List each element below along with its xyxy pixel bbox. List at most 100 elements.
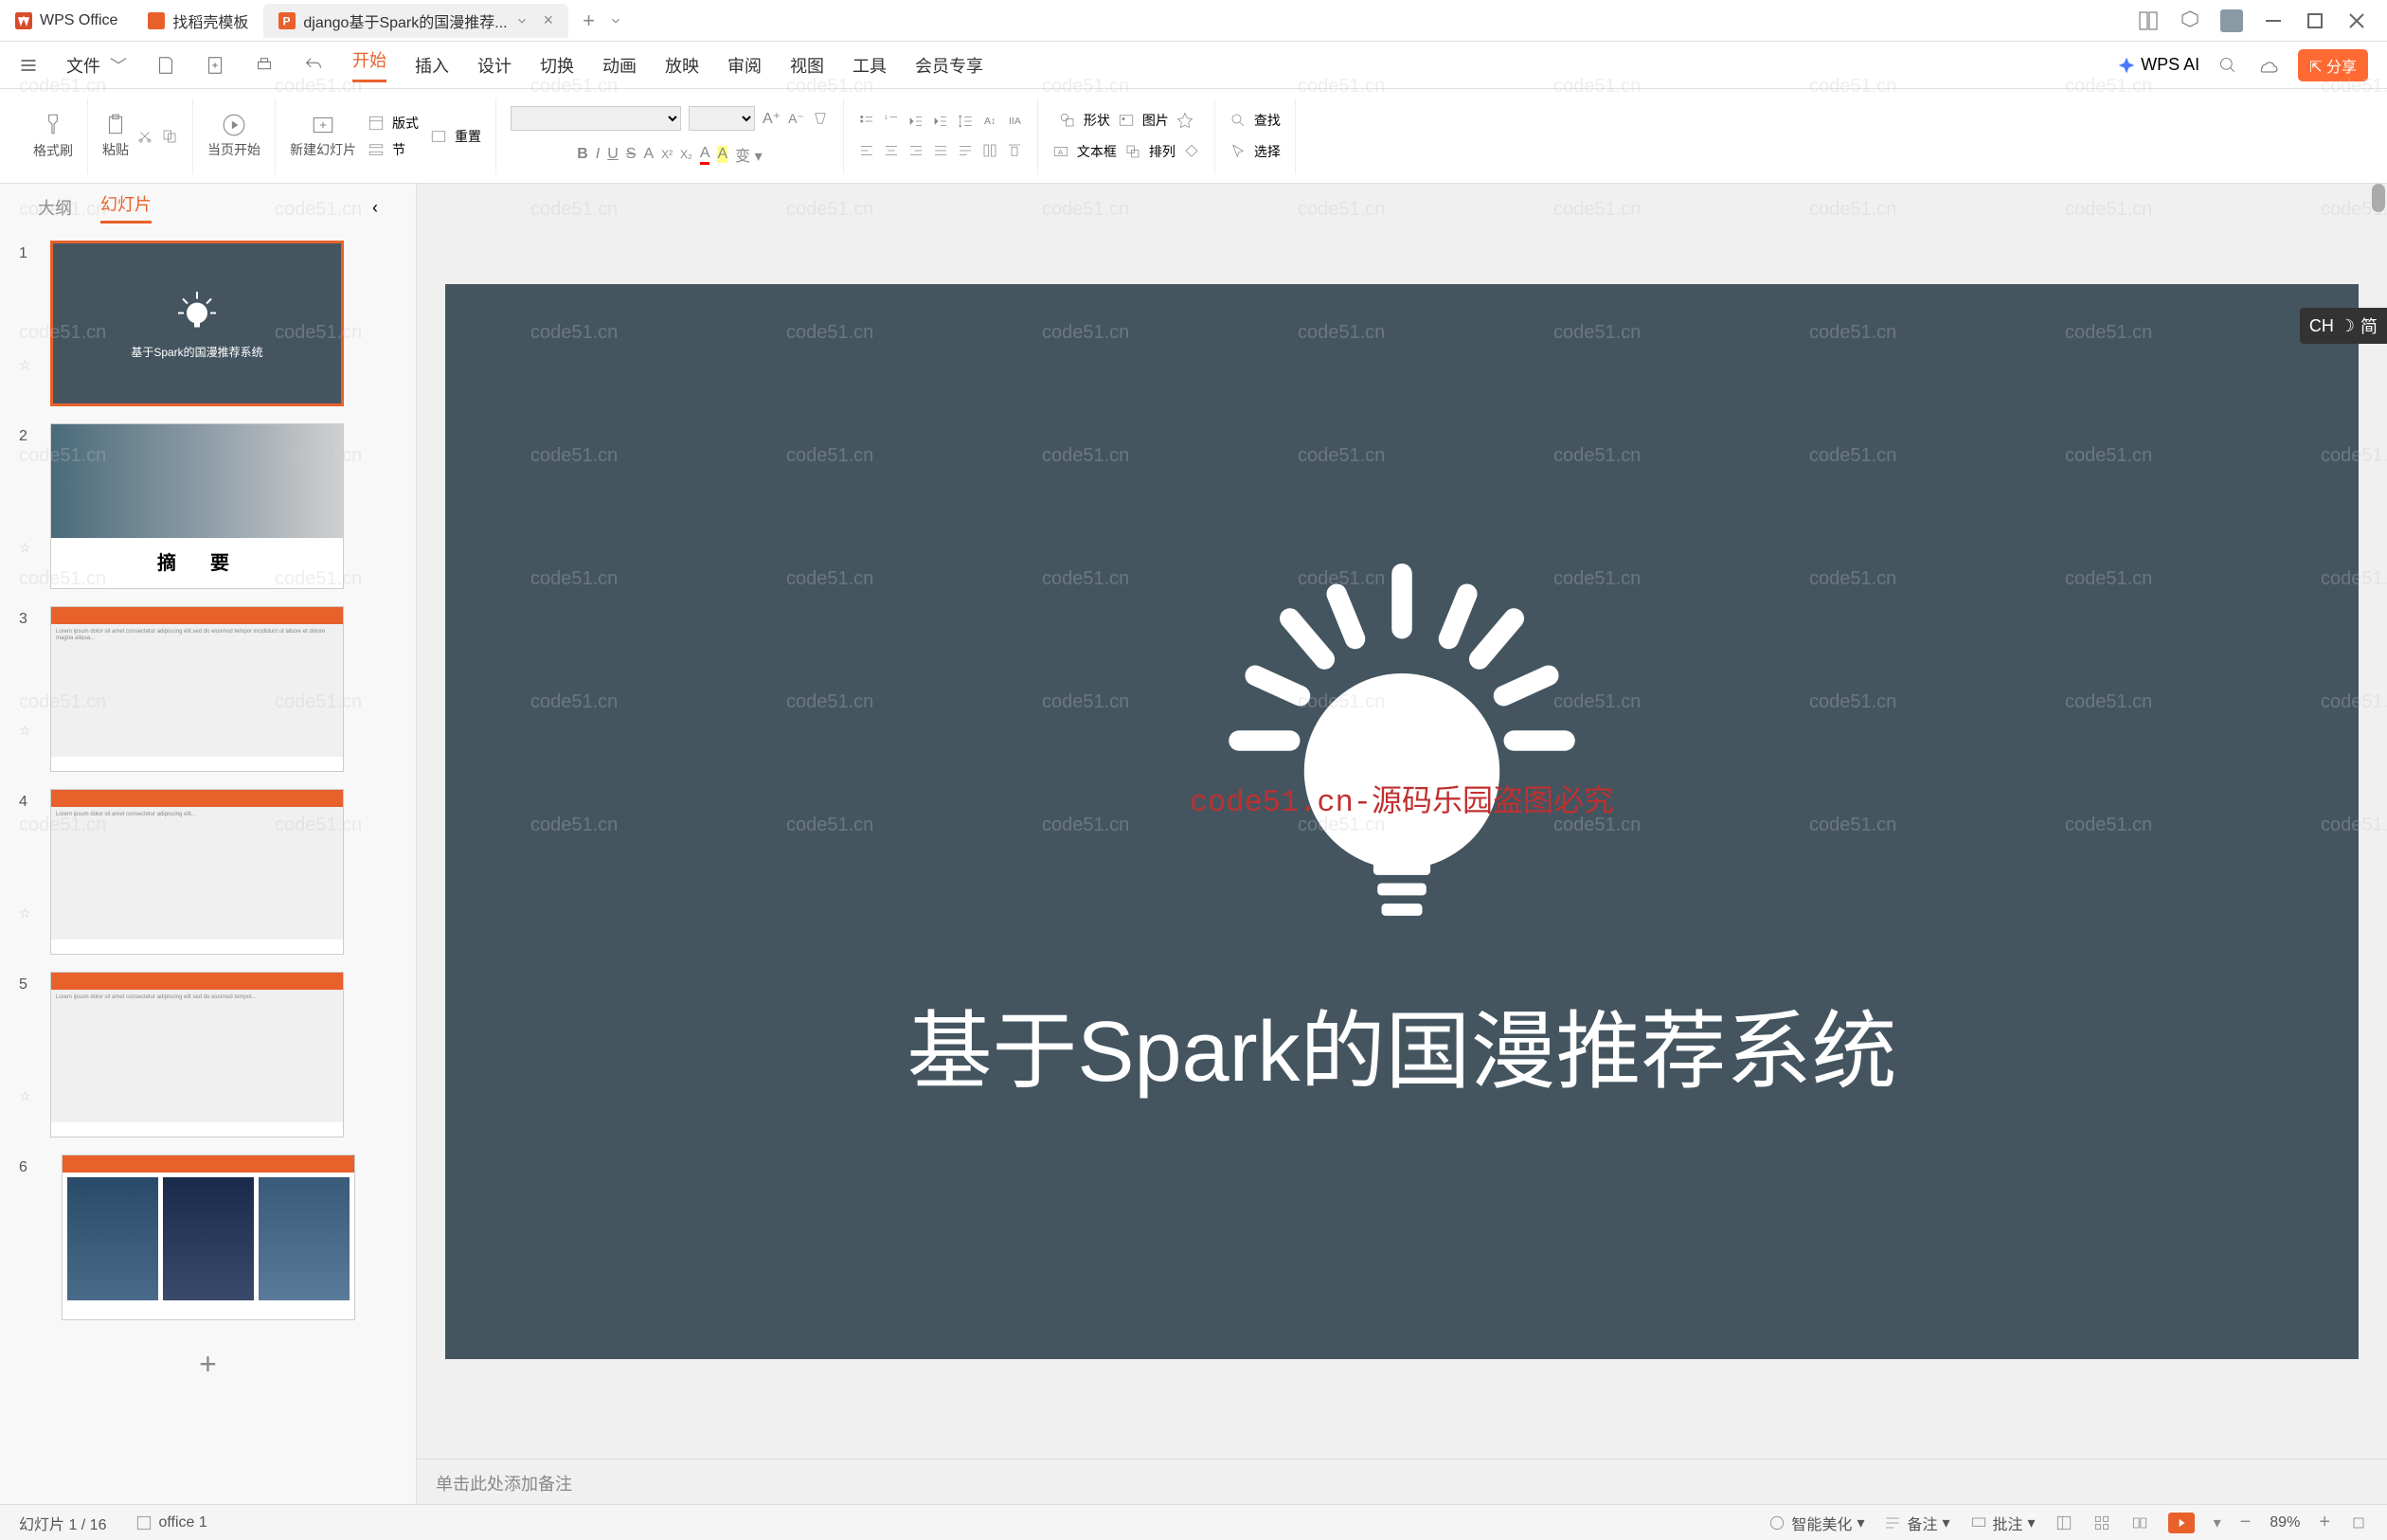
fit-view-icon[interactable]	[2349, 1513, 2368, 1532]
font-color-icon[interactable]: A	[700, 145, 710, 165]
slideshow-button[interactable]	[2168, 1513, 2195, 1533]
office-status: office 1	[135, 1513, 206, 1532]
format-brush-icon[interactable]	[41, 112, 65, 136]
cloud-icon[interactable]	[2256, 54, 2279, 77]
close-tab-icon[interactable]: ×	[544, 10, 554, 30]
shape-button[interactable]: 形状	[1084, 111, 1110, 130]
document-tab[interactable]: P django基于Spark的国漫推荐... ×	[263, 4, 568, 38]
save-icon[interactable]	[155, 55, 176, 76]
menu-design[interactable]: 设计	[477, 53, 512, 78]
text-shadow-icon[interactable]: A	[643, 146, 654, 163]
cut-icon[interactable]	[136, 128, 153, 145]
layout-icon[interactable]	[368, 115, 385, 132]
menu-view[interactable]: 视图	[790, 53, 824, 78]
select-button[interactable]: 选择	[1254, 142, 1281, 161]
bullets-icon[interactable]	[858, 113, 875, 130]
align-right-icon[interactable]	[907, 142, 924, 159]
find-button[interactable]: 查找	[1254, 111, 1281, 130]
textbox-button[interactable]: 文本框	[1077, 142, 1117, 161]
menu-start[interactable]: 开始	[352, 47, 386, 82]
ime-lang: CH	[2309, 316, 2334, 336]
font-size-select[interactable]	[689, 106, 755, 131]
search-icon[interactable]	[2218, 56, 2237, 75]
slideshow-dropdown[interactable]: ▾	[2214, 1513, 2221, 1532]
zoom-out-button[interactable]: −	[2240, 1512, 2252, 1533]
superscript-icon[interactable]: X²	[661, 148, 673, 161]
menu-animation[interactable]: 动画	[602, 53, 637, 78]
normal-view-icon[interactable]	[2055, 1513, 2073, 1532]
picture-button[interactable]: 图片	[1142, 111, 1169, 130]
share-button[interactable]: ⇱ 分享	[2298, 49, 2368, 81]
paste-icon	[103, 113, 128, 137]
reset-label[interactable]: 重置	[455, 127, 481, 146]
arrange-button[interactable]: 排列	[1149, 142, 1176, 161]
align-center-icon[interactable]	[883, 142, 900, 159]
export-icon[interactable]	[205, 55, 225, 76]
align-top-icon[interactable]	[1006, 142, 1023, 159]
new-tab-button[interactable]: +	[568, 9, 609, 33]
new-slide-button[interactable]: 新建幻灯片	[290, 113, 356, 159]
paste-button[interactable]: 粘贴	[102, 113, 129, 159]
increase-indent-icon[interactable]	[932, 113, 949, 130]
style-icon[interactable]	[1176, 112, 1194, 129]
subscript-icon[interactable]: X₂	[680, 148, 692, 161]
file-menu[interactable]: 文件	[66, 53, 100, 78]
wps-ai-button[interactable]: WPS AI	[2117, 55, 2199, 75]
dropdown-icon[interactable]	[515, 12, 529, 29]
ai-icon	[2117, 56, 2136, 75]
text-direction-icon[interactable]: A↕	[981, 113, 998, 130]
zoom-level[interactable]: 89%	[2270, 1514, 2300, 1531]
text-orientation-icon[interactable]: IIA	[1006, 113, 1023, 130]
sorter-view-icon[interactable]	[2092, 1513, 2111, 1532]
close-icon[interactable]	[2345, 9, 2368, 32]
italic-icon[interactable]: I	[596, 146, 600, 163]
decrease-font-icon[interactable]: A⁻	[788, 111, 804, 127]
menu-slideshow[interactable]: 放映	[665, 53, 699, 78]
notes-button[interactable]: 备注 ▾	[1883, 1512, 1949, 1534]
menu-vip[interactable]: 会员专享	[915, 53, 983, 78]
cube-icon[interactable]	[2179, 9, 2201, 32]
template-tab[interactable]: 找稻壳模板	[133, 4, 263, 38]
highlight-icon[interactable]: A	[717, 146, 727, 163]
font-family-select[interactable]	[511, 106, 681, 131]
change-case-icon[interactable]: 变 ▾	[735, 143, 762, 166]
svg-text:1: 1	[884, 116, 888, 121]
section-label[interactable]: 节	[392, 140, 405, 159]
comments-button[interactable]: 批注 ▾	[1969, 1512, 2036, 1534]
clear-format-icon[interactable]	[812, 110, 829, 127]
align-left-icon[interactable]	[858, 142, 875, 159]
section-icon[interactable]	[368, 141, 385, 158]
underline-icon[interactable]: U	[607, 146, 619, 163]
align-justify-icon[interactable]	[932, 142, 949, 159]
minimize-icon[interactable]	[2262, 9, 2285, 32]
print-icon[interactable]	[254, 55, 275, 76]
zoom-in-button[interactable]: +	[2319, 1512, 2330, 1533]
beautify-button[interactable]: 智能美化 ▾	[1768, 1512, 1864, 1534]
layout-label[interactable]: 版式	[392, 114, 419, 133]
distribute-icon[interactable]	[957, 142, 974, 159]
bold-icon[interactable]: B	[577, 146, 588, 163]
chevron-down-icon[interactable]: ﹀	[110, 53, 127, 78]
menu-insert[interactable]: 插入	[415, 53, 449, 78]
menu-icon[interactable]	[19, 56, 38, 75]
window-layout-icon[interactable]	[2137, 9, 2160, 32]
menu-review[interactable]: 审阅	[727, 53, 762, 78]
columns-icon[interactable]	[981, 142, 998, 159]
tab-menu-icon[interactable]	[609, 14, 622, 27]
menu-transition[interactable]: 切换	[540, 53, 574, 78]
from-current-button[interactable]: 当页开始	[207, 113, 260, 159]
maximize-icon[interactable]	[2304, 9, 2326, 32]
strikethrough-icon[interactable]: S	[626, 146, 637, 163]
undo-icon[interactable]	[303, 55, 324, 76]
app-tab[interactable]: WPS Office	[0, 4, 133, 38]
decrease-indent-icon[interactable]	[907, 113, 924, 130]
fill-icon[interactable]	[1183, 143, 1200, 160]
menu-tools[interactable]: 工具	[852, 53, 887, 78]
line-spacing-icon[interactable]	[957, 113, 974, 130]
copy-icon[interactable]	[161, 128, 178, 145]
numbering-icon[interactable]: 1	[883, 113, 900, 130]
reading-view-icon[interactable]	[2130, 1513, 2149, 1532]
increase-font-icon[interactable]: A⁺	[763, 109, 781, 128]
user-avatar[interactable]	[2220, 9, 2243, 32]
reset-icon[interactable]	[430, 128, 447, 145]
